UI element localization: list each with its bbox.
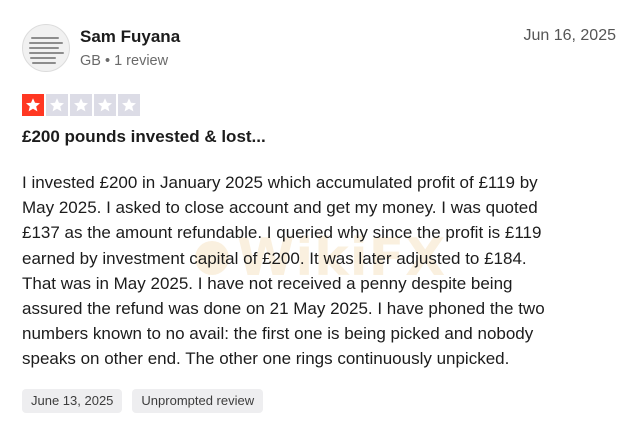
review-card: Sam Fuyana GB • 1 review Jun 16, 2025 £2… (0, 0, 642, 422)
star-icon-empty (94, 94, 116, 116)
experience-date-tag: June 13, 2025 (22, 389, 123, 413)
author-meta: GB • 1 review (80, 53, 169, 69)
star-rating (22, 94, 140, 116)
star-icon-empty (70, 94, 92, 116)
unprompted-review-tag[interactable]: Unprompted review (132, 389, 264, 413)
review-date: Jun 16, 2025 (523, 27, 616, 44)
author-name[interactable]: Sam Fuyana (80, 27, 180, 47)
review-body: I invested £200 in January 2025 which ac… (22, 173, 545, 369)
star-icon-empty (118, 94, 140, 116)
review-title[interactable]: £200 pounds invested & lost... (22, 127, 266, 147)
star-icon-empty (46, 94, 68, 116)
review-tags: June 13, 2025 Unprompted review (22, 389, 264, 413)
user-avatar[interactable] (22, 24, 70, 72)
star-icon-filled (22, 94, 44, 116)
